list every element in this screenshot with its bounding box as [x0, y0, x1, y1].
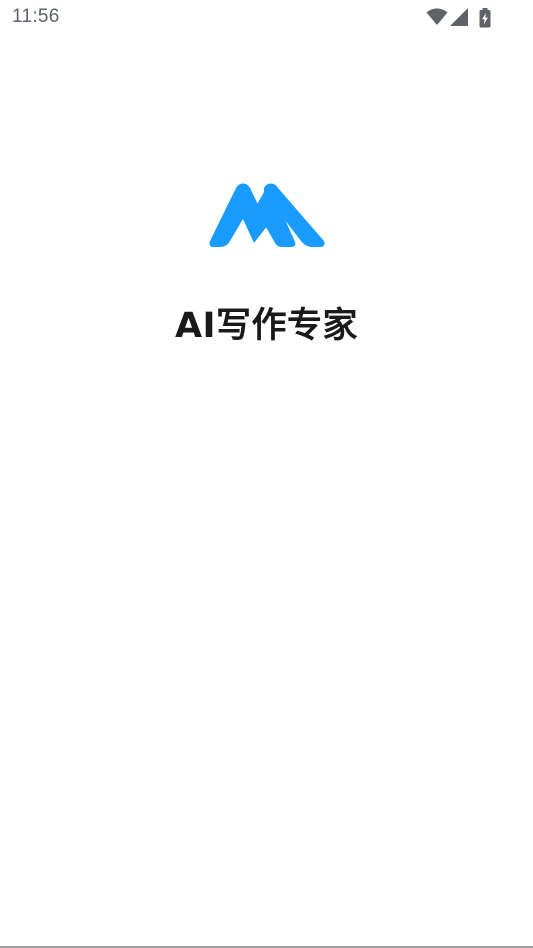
app-title: AI写作专家 — [174, 306, 359, 346]
app-logo-icon — [209, 183, 325, 247]
battery-charging-icon — [479, 8, 491, 28]
status-bar: 11:56 — [0, 0, 533, 36]
cellular-signal-icon — [450, 8, 468, 26]
wifi-icon — [426, 8, 448, 25]
status-time: 11:56 — [12, 6, 60, 27]
